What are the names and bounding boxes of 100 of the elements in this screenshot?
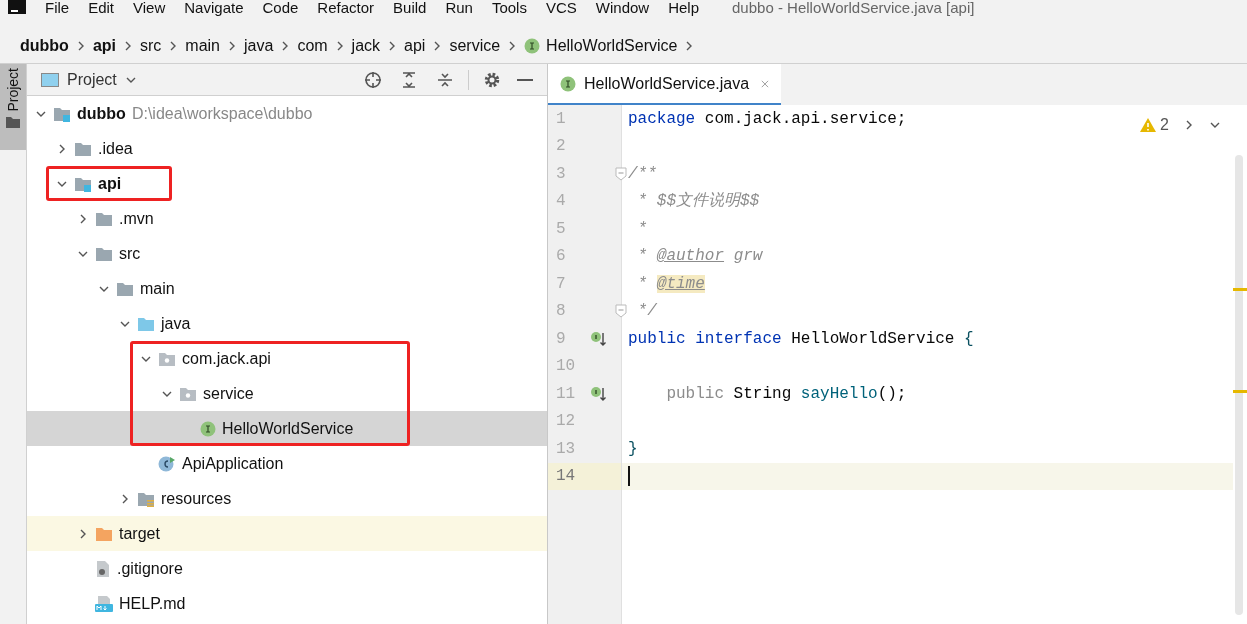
line-number: 2	[556, 136, 567, 158]
tree-label: src	[119, 243, 141, 264]
line-number: 14	[556, 466, 577, 488]
code-line: public String sayHello();	[665, 383, 907, 405]
settings-icon[interactable]	[483, 70, 501, 89]
interface-icon	[200, 420, 216, 437]
line-number: 1	[556, 108, 567, 130]
tree-row[interactable]: resources	[27, 481, 547, 516]
line-number: 11	[556, 383, 577, 405]
path-hint: D:\idea\workspace\dubbo	[131, 103, 313, 124]
code-line: * @author grw	[636, 246, 763, 268]
breadcrumb[interactable]: HelloWorldService	[546, 33, 678, 58]
tree-label: java	[161, 313, 191, 334]
error-stripe-mark	[1233, 390, 1247, 393]
app-logo-icon	[8, 0, 26, 14]
breadcrumb[interactable]: src	[140, 33, 162, 58]
tree-row[interactable]: com.jack.api	[27, 341, 547, 376]
breadcrumb[interactable]: service	[449, 33, 501, 58]
menu-item[interactable]: VCS	[545, 0, 577, 15]
locate-icon[interactable]	[364, 70, 382, 89]
menu-item[interactable]: Help	[668, 0, 700, 15]
tree-row[interactable]: service	[27, 376, 547, 411]
tree-row[interactable]: api	[27, 166, 547, 201]
tree-label: HELP.md	[119, 593, 186, 614]
folder-icon	[95, 245, 113, 262]
menu-item[interactable]: File	[45, 0, 70, 15]
line-number: 4	[556, 191, 567, 213]
breadcrumb[interactable]: com	[297, 33, 328, 58]
code-line: }	[628, 438, 638, 460]
line-number: 10	[556, 356, 577, 378]
module-folder-icon	[74, 175, 92, 192]
tree-row[interactable]: HELP.md	[27, 586, 547, 621]
menu-item[interactable]: Window	[595, 0, 650, 15]
breadcrumb[interactable]: dubbo	[20, 33, 69, 58]
menu-item[interactable]: Refactor	[317, 0, 375, 15]
line-number: 12	[556, 411, 577, 433]
breadcrumb[interactable]: api	[92, 33, 116, 58]
tree-label: resources	[161, 488, 232, 509]
tree-label: dubbo	[77, 103, 126, 124]
tree-row[interactable]: dubbo D:\idea\workspace\dubbo	[27, 96, 547, 131]
interface-icon	[560, 75, 576, 92]
tree-label: com.jack.api	[182, 348, 271, 369]
file-icon	[95, 559, 111, 578]
tree-label: ApiApplication	[182, 453, 284, 474]
implemented-marker-icon[interactable]	[590, 384, 608, 403]
breadcrumb[interactable]: jack	[351, 33, 381, 58]
menu-item[interactable]: Navigate	[184, 0, 244, 15]
folder-icon	[116, 280, 134, 297]
markdown-file-icon	[95, 595, 113, 612]
tree-row[interactable]: .idea	[27, 131, 547, 166]
text-cursor	[628, 466, 630, 487]
warning-count: 2	[1160, 115, 1169, 135]
menu-item[interactable]: View	[133, 0, 166, 15]
tree-label: .mvn	[119, 208, 154, 229]
line-number: 13	[556, 438, 577, 460]
line-number: 5	[556, 218, 567, 240]
collapse-all-icon[interactable]	[436, 70, 454, 89]
tree-row[interactable]: ApiApplication	[27, 446, 547, 481]
folder-icon	[137, 315, 155, 332]
tree-label: HelloWorldService	[222, 418, 354, 439]
line-number: 7	[556, 273, 567, 295]
tree-label: main	[140, 278, 175, 299]
code-line: public interface HelloWorldService {	[628, 328, 974, 350]
tree-row[interactable]: src	[27, 236, 547, 271]
code-line: * $$文件说明$$	[636, 190, 760, 213]
code-line: /**	[628, 163, 657, 185]
breadcrumb[interactable]: api	[404, 33, 426, 58]
code-line: */	[636, 301, 657, 323]
menu-item[interactable]: Run	[445, 0, 473, 15]
error-stripe-mark	[1233, 288, 1247, 291]
project-tool-tab[interactable]: Project	[0, 64, 26, 150]
interface-icon	[524, 37, 541, 54]
menu-item[interactable]: Build	[393, 0, 427, 15]
menu-item[interactable]: Edit	[88, 0, 115, 15]
breadcrumb[interactable]: main	[185, 33, 220, 58]
tree-row[interactable]: main	[27, 271, 547, 306]
editor-tab[interactable]: HelloWorldService.java	[548, 64, 781, 105]
menu-item[interactable]: Tools	[491, 0, 527, 15]
tree-row[interactable]: HelloWorldService	[27, 411, 547, 446]
folder-icon	[74, 140, 92, 157]
tree-label: target	[119, 523, 160, 544]
module-folder-icon	[53, 105, 71, 122]
tree-row[interactable]: target	[27, 516, 547, 551]
tree-label: .gitignore	[117, 558, 183, 579]
tree-row[interactable]: .gitignore	[27, 551, 547, 586]
window-icon	[41, 72, 59, 87]
menu-item[interactable]: Code	[262, 0, 299, 15]
tree-label: service	[203, 383, 254, 404]
implemented-marker-icon[interactable]	[590, 329, 608, 348]
tree-row[interactable]: .mvn	[27, 201, 547, 236]
line-number: 3	[556, 163, 567, 185]
breadcrumb[interactable]: java	[244, 33, 274, 58]
class-icon	[158, 454, 176, 473]
resources-folder-icon	[137, 490, 155, 507]
window-title: dubbo - HelloWorldService.java [api]	[732, 0, 975, 15]
tree-row[interactable]: java	[27, 306, 547, 341]
panel-title[interactable]: Project	[67, 67, 117, 92]
folder-icon	[95, 525, 113, 542]
expand-all-icon[interactable]	[400, 70, 418, 89]
line-number: 8	[556, 301, 567, 323]
